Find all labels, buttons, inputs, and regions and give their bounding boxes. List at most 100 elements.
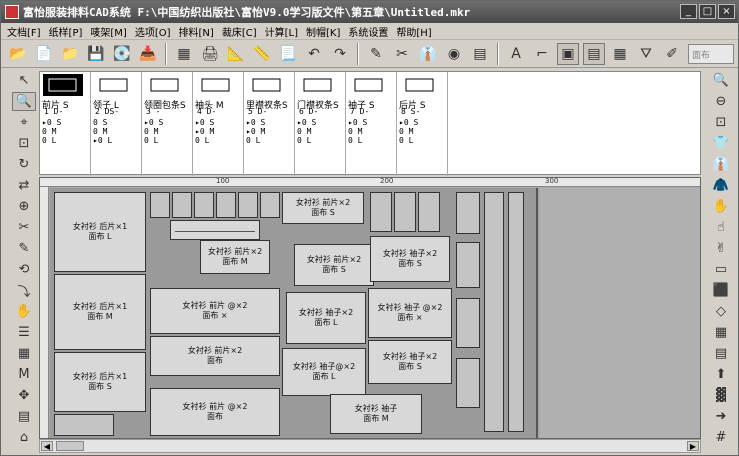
- hand2-icon[interactable]: ☝: [709, 218, 733, 237]
- piece-thumbnail[interactable]: [298, 74, 338, 96]
- magnify-icon[interactable]: ⊕: [12, 197, 36, 216]
- garment-icon[interactable]: 👕: [709, 134, 733, 153]
- piece-sleeve-s2[interactable]: 女衬衫 袖子×2 面布 S: [368, 340, 452, 384]
- piece-placket[interactable]: [456, 242, 480, 288]
- grid3-icon[interactable]: #: [709, 428, 733, 447]
- zoom-window-icon[interactable]: ⊡: [12, 134, 36, 153]
- pencil-icon[interactable]: ✎: [12, 239, 36, 258]
- menu-item[interactable]: 系统设置: [344, 24, 392, 39]
- piece-size-row[interactable]: ▸0 M: [195, 127, 214, 136]
- print-icon[interactable]: 🖨: [199, 43, 221, 65]
- piece-thumbnail[interactable]: [349, 74, 389, 96]
- piece-size-row[interactable]: ▸0 S: [399, 118, 418, 127]
- piece-placket[interactable]: [456, 298, 480, 348]
- maximize-button[interactable]: □: [699, 4, 716, 19]
- roll-icon[interactable]: ✐: [661, 43, 683, 65]
- hand-icon[interactable]: ✋: [12, 302, 36, 321]
- close-button[interactable]: ×: [718, 4, 735, 19]
- piece-size-row[interactable]: ▸0 S: [348, 118, 367, 127]
- piece-column[interactable]: 门襟衩条S 6 D- ▸0 S 0 M 0 L: [295, 72, 346, 176]
- piece-small-strips[interactable]: [54, 414, 114, 436]
- blocks-icon[interactable]: ▦: [12, 344, 36, 363]
- calc-icon[interactable]: ▤: [469, 43, 491, 65]
- circle-icon[interactable]: ◉: [443, 43, 465, 65]
- piece-column[interactable]: 袖头 M4 D- ▸0 S ▸0 M 0 L: [193, 72, 244, 176]
- piece-size-row[interactable]: 0 L: [297, 136, 316, 145]
- piece-column[interactable]: 里襟衩条S 5 D- ▸0 S ▸0 M 0 L: [244, 72, 295, 176]
- piece-thumbnail[interactable]: [94, 74, 134, 96]
- move-icon[interactable]: ✥: [12, 386, 36, 405]
- piece-cuff[interactable]: [260, 192, 280, 218]
- piece-size-row[interactable]: 0 M: [42, 127, 61, 136]
- menu-item[interactable]: 唛架[M]: [86, 24, 130, 39]
- zoom-fit-icon[interactable]: ⌖: [12, 113, 36, 132]
- piece-front-m[interactable]: 女衬衫 前片×2 面布 M: [200, 240, 270, 274]
- piece-sleeve-l2[interactable]: 女衬衫 袖子@×2 面布 L: [282, 348, 366, 396]
- zoom-out-icon[interactable]: ⊖: [709, 92, 733, 111]
- menu-item[interactable]: 裁床[C]: [218, 24, 261, 39]
- shirt-icon[interactable]: 👔: [417, 43, 439, 65]
- piece-size-row[interactable]: ▸0 S: [297, 118, 316, 127]
- piece-cuff[interactable]: [216, 192, 236, 218]
- piece-cuff[interactable]: [194, 192, 214, 218]
- ruler-icon[interactable]: 📏: [251, 43, 273, 65]
- piece-collar[interactable]: [456, 192, 480, 234]
- piece-move-icon[interactable]: ⬛: [709, 281, 733, 300]
- piece-size-row[interactable]: ▸0 S: [144, 118, 163, 127]
- m-mark-icon[interactable]: M: [12, 365, 36, 384]
- piece-size-row[interactable]: 0 L: [195, 136, 214, 145]
- piece-strip[interactable]: [484, 192, 504, 432]
- piece-thumbnail[interactable]: [400, 74, 440, 96]
- fold-icon[interactable]: ⤵: [12, 281, 36, 300]
- menu-item[interactable]: 制帽[K]: [302, 24, 344, 39]
- tag-icon[interactable]: ⛛: [635, 43, 657, 65]
- piece-sleeve-s1[interactable]: 女衬衫 袖子×2 面布 S: [370, 236, 450, 282]
- grid-icon[interactable]: ▦: [609, 43, 631, 65]
- hand3-icon[interactable]: ✌: [709, 239, 733, 258]
- piece-cuff[interactable]: [150, 192, 170, 218]
- undo-icon[interactable]: ↶: [303, 43, 325, 65]
- piece-size-row[interactable]: 0 L: [399, 136, 418, 145]
- scissors-icon[interactable]: ✂: [391, 43, 413, 65]
- table-icon[interactable]: ▤: [709, 344, 733, 363]
- unplaced-area[interactable]: [540, 188, 700, 438]
- cut-line-icon[interactable]: ✂: [12, 218, 36, 237]
- window1-icon[interactable]: ▣: [557, 42, 579, 65]
- rotate-piece-icon[interactable]: ⟲: [12, 260, 36, 279]
- piece-column[interactable]: 后片 S8 S- ▸0 S 0 M 0 L: [397, 72, 448, 176]
- garment2-icon[interactable]: 👔: [709, 155, 733, 174]
- piece-thumbnail[interactable]: [145, 74, 185, 96]
- piece-collar[interactable]: [418, 192, 440, 232]
- piece-collar[interactable]: [370, 192, 392, 232]
- layer-icon[interactable]: ☰: [12, 323, 36, 342]
- garment3-icon[interactable]: 🧥: [709, 176, 733, 195]
- piece-size-row[interactable]: 0 L: [144, 136, 163, 145]
- piece-size-row[interactable]: ▸0 M: [246, 127, 265, 136]
- menu-item[interactable]: 选项[O]: [131, 24, 175, 39]
- piece-size-row[interactable]: 0 S: [93, 118, 112, 127]
- zoom-in-icon[interactable]: 🔍: [12, 92, 36, 111]
- piece-cuff[interactable]: [172, 192, 192, 218]
- piece-size-row[interactable]: 0 L: [348, 136, 367, 145]
- piece-thumbnail[interactable]: [43, 74, 83, 96]
- piece-cuff[interactable]: [238, 192, 258, 218]
- zoom-region-icon[interactable]: ⊡: [709, 113, 733, 132]
- save-icon[interactable]: 💾: [85, 43, 107, 65]
- piece-size-row[interactable]: ▸0 L: [93, 136, 112, 145]
- flip-icon[interactable]: ⇄: [12, 176, 36, 195]
- text-icon[interactable]: A: [505, 43, 527, 65]
- piece-sleeve-l1[interactable]: 女衬衫 袖子×2 面布 L: [286, 292, 366, 344]
- piece-size-row[interactable]: ▸0 S: [246, 118, 265, 127]
- redo-icon[interactable]: ↷: [329, 43, 351, 65]
- piece-column[interactable]: 前片 S1 D- ▸0 S 0 M 0 L: [40, 72, 91, 176]
- piece-size-row[interactable]: ▸0 S: [42, 118, 61, 127]
- zoom-search-icon[interactable]: 🔍: [709, 71, 733, 90]
- piece-collar[interactable]: [394, 192, 416, 232]
- measure-icon[interactable]: ⌐: [531, 43, 553, 65]
- menu-item[interactable]: 文档[F]: [3, 24, 45, 39]
- piece-size-row[interactable]: 0 M: [297, 127, 316, 136]
- pattern-icon[interactable]: ▤: [12, 407, 36, 426]
- plot-icon[interactable]: 📐: [225, 43, 247, 65]
- marker-icon[interactable]: ✎: [365, 43, 387, 65]
- piece-size-row[interactable]: ▸0 S: [195, 118, 214, 127]
